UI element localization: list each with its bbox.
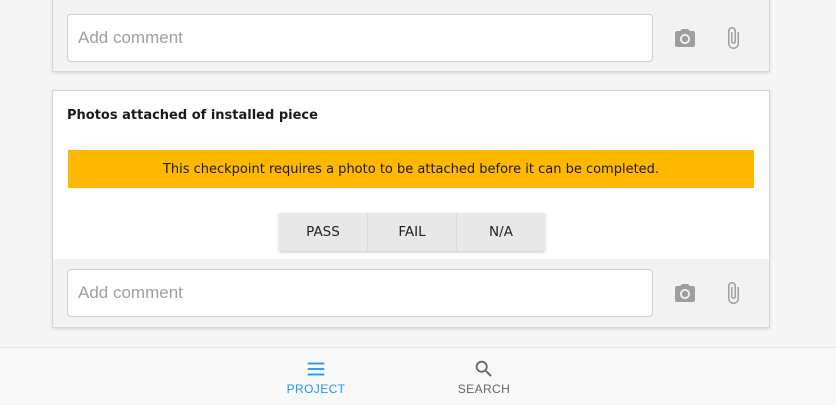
nav-item-project[interactable]: PROJECT bbox=[266, 348, 366, 405]
checkpoint-card: Photos attached of installed piece This … bbox=[52, 90, 770, 328]
na-button[interactable]: N/A bbox=[457, 213, 545, 251]
camera-icon[interactable] bbox=[670, 23, 700, 53]
comment-row bbox=[53, 0, 769, 71]
camera-icon[interactable] bbox=[670, 278, 700, 308]
checkpoint-title: Photos attached of installed piece bbox=[67, 108, 318, 123]
paperclip-icon[interactable] bbox=[718, 278, 748, 308]
paperclip-icon[interactable] bbox=[718, 23, 748, 53]
bottom-navigation: PROJECT SEARCH bbox=[0, 347, 836, 404]
fail-button[interactable]: FAIL bbox=[368, 213, 457, 251]
checkpoint-card-previous bbox=[52, 0, 770, 72]
comment-row bbox=[53, 259, 769, 327]
search-icon bbox=[475, 360, 492, 377]
comment-input[interactable] bbox=[67, 14, 653, 62]
menu-icon bbox=[307, 362, 325, 376]
nav-label-project: PROJECT bbox=[286, 382, 346, 396]
nav-label-search: SEARCH bbox=[457, 382, 511, 396]
warning-text: This checkpoint requires a photo to be a… bbox=[162, 161, 660, 177]
comment-input[interactable] bbox=[67, 269, 653, 317]
pass-button[interactable]: PASS bbox=[279, 213, 368, 251]
photo-required-warning: This checkpoint requires a photo to be a… bbox=[68, 150, 754, 188]
nav-item-search[interactable]: SEARCH bbox=[434, 348, 534, 405]
result-button-group: PASS FAIL N/A bbox=[279, 213, 545, 251]
